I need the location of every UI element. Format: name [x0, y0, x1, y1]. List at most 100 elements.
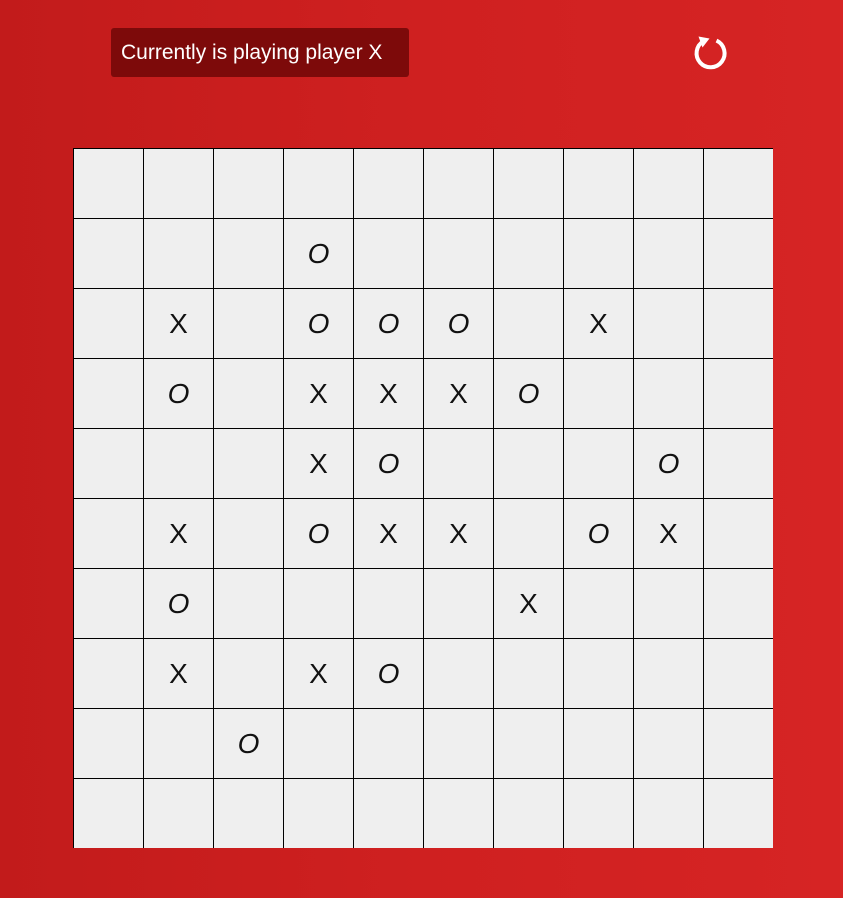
board-cell[interactable] — [563, 428, 633, 498]
board-cell[interactable] — [73, 568, 143, 638]
board-cell[interactable] — [213, 498, 283, 568]
board-cell[interactable] — [143, 778, 213, 848]
board-cell[interactable] — [493, 778, 563, 848]
board-cell[interactable] — [423, 148, 493, 218]
board-cell[interactable] — [703, 428, 773, 498]
restart-button[interactable] — [690, 32, 732, 74]
board-cell[interactable] — [423, 218, 493, 288]
board-cell[interactable] — [633, 638, 703, 708]
board-cell[interactable]: O — [423, 288, 493, 358]
board-cell[interactable] — [563, 358, 633, 428]
board-cell[interactable] — [283, 568, 353, 638]
board-cell[interactable] — [213, 358, 283, 428]
board-cell[interactable] — [73, 708, 143, 778]
board-cell[interactable] — [493, 498, 563, 568]
board-cell[interactable] — [423, 568, 493, 638]
board-cell[interactable] — [493, 218, 563, 288]
board-cell[interactable]: X — [353, 498, 423, 568]
board-cell[interactable] — [73, 638, 143, 708]
board-cell[interactable] — [353, 148, 423, 218]
board-cell[interactable]: O — [633, 428, 703, 498]
board-cell[interactable] — [703, 148, 773, 218]
board-cell[interactable] — [703, 708, 773, 778]
board-cell[interactable]: O — [283, 288, 353, 358]
board-cell[interactable] — [423, 428, 493, 498]
board-cell[interactable] — [633, 148, 703, 218]
board-cell[interactable] — [143, 218, 213, 288]
board-cell[interactable] — [283, 778, 353, 848]
board-cell[interactable] — [213, 428, 283, 498]
board-cell[interactable] — [633, 778, 703, 848]
board-cell[interactable] — [73, 218, 143, 288]
board-cell[interactable] — [633, 568, 703, 638]
board-cell[interactable]: O — [353, 638, 423, 708]
board-cell[interactable] — [353, 568, 423, 638]
board-cell[interactable] — [703, 288, 773, 358]
board-cell[interactable] — [73, 148, 143, 218]
board-cell[interactable] — [143, 428, 213, 498]
board-cell[interactable] — [73, 498, 143, 568]
board-cell[interactable] — [633, 358, 703, 428]
board-cell[interactable] — [703, 358, 773, 428]
board-cell[interactable] — [213, 638, 283, 708]
board-cell[interactable] — [143, 708, 213, 778]
board-cell[interactable] — [563, 218, 633, 288]
board-cell[interactable]: X — [423, 358, 493, 428]
board-cell[interactable] — [73, 358, 143, 428]
board-cell[interactable] — [213, 218, 283, 288]
board-cell[interactable] — [703, 218, 773, 288]
board-cell[interactable]: O — [563, 498, 633, 568]
board-cell[interactable]: X — [143, 498, 213, 568]
board-cell[interactable] — [493, 148, 563, 218]
board-cell[interactable] — [563, 778, 633, 848]
board-cell[interactable] — [563, 148, 633, 218]
board-cell[interactable] — [563, 638, 633, 708]
board-cell[interactable] — [423, 778, 493, 848]
board-cell[interactable] — [633, 708, 703, 778]
board-cell[interactable] — [283, 148, 353, 218]
board-cell[interactable] — [73, 288, 143, 358]
board-cell[interactable] — [73, 428, 143, 498]
board-cell[interactable] — [703, 778, 773, 848]
board-cell[interactable] — [423, 638, 493, 708]
board-cell[interactable] — [353, 778, 423, 848]
board-cell[interactable]: X — [563, 288, 633, 358]
board-cell[interactable]: X — [633, 498, 703, 568]
board-cell[interactable] — [283, 708, 353, 778]
board-cell[interactable]: O — [213, 708, 283, 778]
board-cell[interactable]: O — [353, 288, 423, 358]
board-cell[interactable]: O — [283, 498, 353, 568]
board-cell[interactable] — [703, 568, 773, 638]
board-cell[interactable] — [633, 288, 703, 358]
board-cell[interactable] — [213, 148, 283, 218]
board-cell[interactable] — [143, 148, 213, 218]
board-cell[interactable]: X — [143, 288, 213, 358]
board-cell[interactable] — [493, 288, 563, 358]
board-cell[interactable] — [493, 638, 563, 708]
board-cell[interactable] — [353, 708, 423, 778]
board-cell[interactable]: O — [143, 568, 213, 638]
board-cell[interactable]: X — [493, 568, 563, 638]
board-cell[interactable]: X — [423, 498, 493, 568]
board-cell[interactable]: X — [353, 358, 423, 428]
board-cell[interactable]: O — [143, 358, 213, 428]
board-cell[interactable] — [353, 218, 423, 288]
board-cell[interactable] — [493, 708, 563, 778]
board-cell[interactable] — [213, 288, 283, 358]
board-cell[interactable] — [73, 778, 143, 848]
board-cell[interactable]: X — [283, 428, 353, 498]
board-cell[interactable] — [703, 498, 773, 568]
board-cell[interactable] — [563, 708, 633, 778]
board-cell[interactable]: X — [283, 638, 353, 708]
board-cell[interactable]: O — [353, 428, 423, 498]
board-cell[interactable] — [633, 218, 703, 288]
board-cell[interactable]: O — [283, 218, 353, 288]
board-cell[interactable] — [493, 428, 563, 498]
board-cell[interactable] — [703, 638, 773, 708]
board-cell[interactable] — [423, 708, 493, 778]
board-cell[interactable]: X — [143, 638, 213, 708]
board-cell[interactable]: X — [283, 358, 353, 428]
board-cell[interactable] — [213, 568, 283, 638]
board-cell[interactable] — [213, 778, 283, 848]
board-cell[interactable]: O — [493, 358, 563, 428]
